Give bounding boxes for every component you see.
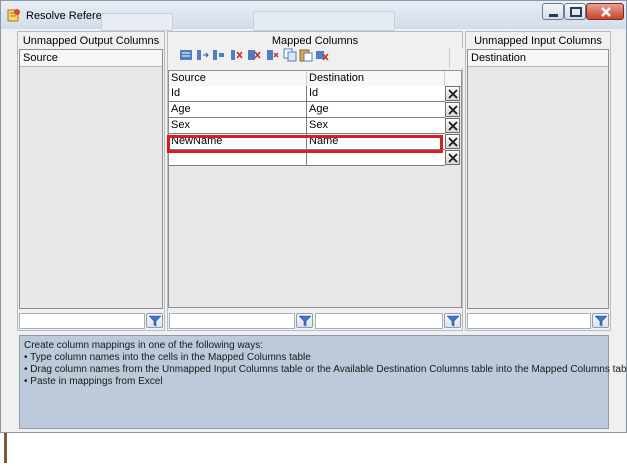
delete-row-button[interactable] — [445, 118, 460, 133]
unmapped-output-filter-input[interactable] — [19, 313, 145, 329]
mapped-source-filter-input[interactable] — [169, 313, 295, 329]
source-cell[interactable]: Sex — [169, 118, 307, 133]
remove-mapping-icon[interactable] — [229, 48, 243, 62]
maximize-icon — [570, 7, 582, 17]
delete-row-button[interactable] — [445, 134, 460, 149]
minimize-button[interactable] — [542, 3, 564, 20]
row-highlight-annotation — [167, 135, 443, 153]
filter-icon — [447, 315, 459, 327]
delete-x-icon — [448, 121, 458, 131]
unmapped-input-filter-input[interactable] — [467, 313, 591, 329]
delete-x-icon — [448, 153, 458, 163]
table-row[interactable]: Age Age — [169, 102, 445, 118]
copy-icon[interactable] — [283, 48, 297, 62]
filter-icon — [149, 315, 161, 327]
filter-icon — [595, 315, 607, 327]
mapped-source-filter-button[interactable] — [296, 313, 313, 328]
title-bar: Resolve References — [1, 1, 626, 31]
unmapped-input-destination-header[interactable]: Destination — [468, 50, 608, 67]
resolve-references-window: Resolve References Unmapped Output Colum… — [0, 0, 627, 433]
unmapped-input-list[interactable]: Destination — [467, 49, 609, 309]
paste-icon[interactable] — [299, 48, 313, 62]
close-button[interactable] — [586, 3, 624, 20]
add-mapping-icon[interactable] — [211, 48, 225, 62]
toolbar-scroll-area — [449, 48, 463, 68]
delete-row-button[interactable] — [445, 102, 460, 117]
instructions-line: • Drag column names from the Unmapped In… — [24, 364, 627, 375]
app-icon — [7, 9, 20, 22]
grid-header: Source Destination — [169, 71, 461, 87]
background-ghost-control — [253, 11, 395, 31]
unmapped-input-heading: Unmapped Input Columns — [474, 35, 602, 47]
grid-source-header[interactable]: Source — [169, 71, 307, 86]
background-ghost-control — [101, 13, 173, 31]
delete-rows-icon[interactable] — [315, 48, 329, 62]
destination-cell[interactable]: Age — [307, 102, 445, 117]
table-row[interactable]: Sex Sex — [169, 118, 445, 134]
source-cell[interactable]: Id — [169, 86, 307, 101]
mapped-columns-heading: Mapped Columns — [271, 35, 359, 47]
instructions-line: • Type column names into the cells in th… — [24, 352, 311, 363]
instructions-line: • Paste in mappings from Excel — [24, 376, 163, 387]
mapped-destination-filter-button[interactable] — [444, 313, 461, 328]
minimize-icon — [549, 14, 558, 17]
unmapped-input-filter-button[interactable] — [592, 313, 609, 328]
source-cell[interactable]: Age — [169, 102, 307, 117]
destination-cell[interactable]: Sex — [307, 118, 445, 133]
destination-cell[interactable]: Id — [307, 86, 445, 101]
mapped-destination-filter-input[interactable] — [315, 313, 443, 329]
instructions-panel: Create column mappings in one of the fol… — [19, 335, 627, 429]
instructions-line: Create column mappings in one of the fol… — [24, 340, 264, 351]
map-column-icon[interactable] — [195, 48, 209, 62]
clear-mappings-icon[interactable] — [265, 48, 279, 62]
maximize-button[interactable] — [564, 3, 586, 20]
delete-x-icon — [448, 105, 458, 115]
unmapped-output-list[interactable]: Source — [19, 49, 163, 309]
mapped-columns-grid[interactable]: Source Destination Id Id Age Age Sex Sex… — [168, 70, 462, 308]
delete-x-icon — [448, 89, 458, 99]
grid-destination-header[interactable]: Destination — [307, 71, 445, 86]
delete-x-icon — [448, 137, 458, 147]
background-window-edge — [4, 433, 7, 463]
filter-icon — [299, 315, 311, 327]
unmapped-output-filter-button[interactable] — [146, 313, 163, 328]
close-icon — [601, 7, 611, 17]
table-row[interactable]: Id Id — [169, 86, 445, 102]
unmapped-output-source-header[interactable]: Source — [20, 50, 162, 67]
map-all-icon[interactable] — [179, 48, 193, 62]
delete-row-button[interactable] — [445, 150, 460, 165]
delete-row-button[interactable] — [445, 86, 460, 101]
unmapped-output-heading: Unmapped Output Columns — [22, 35, 160, 47]
remove-all-icon[interactable] — [247, 48, 261, 62]
